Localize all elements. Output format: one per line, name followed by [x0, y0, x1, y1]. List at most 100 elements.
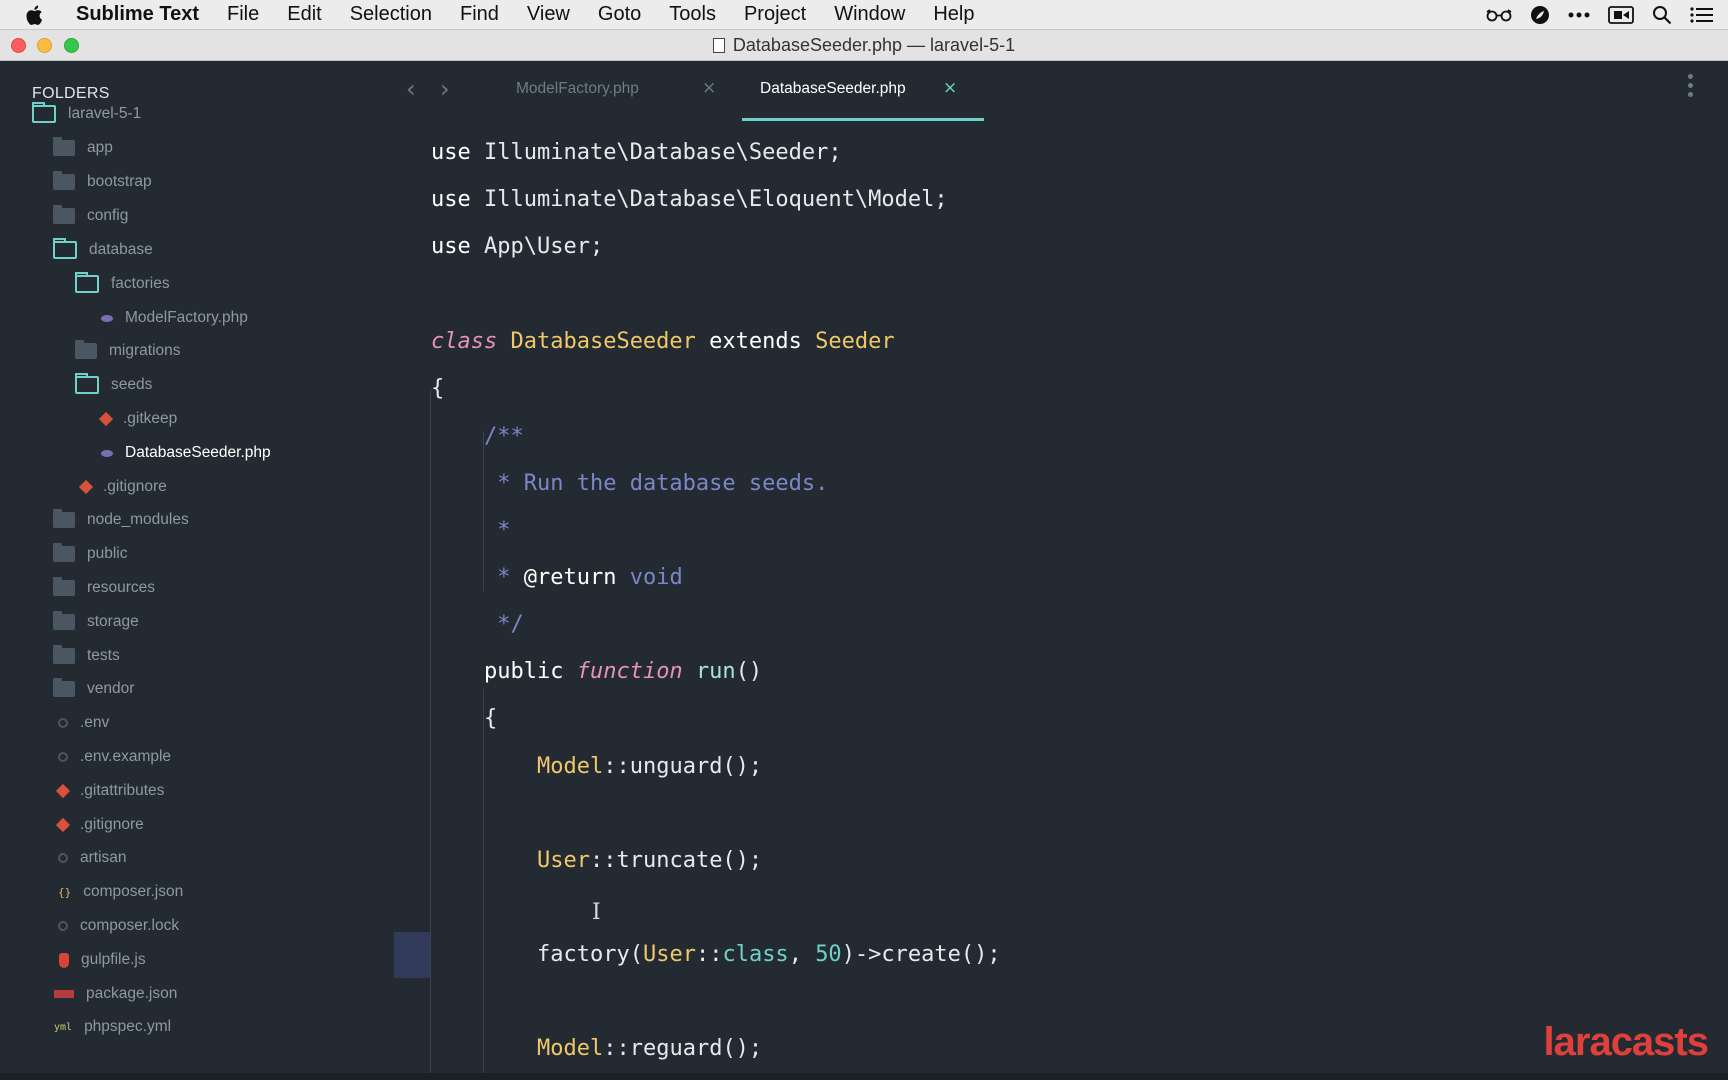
- menu-extras: [1486, 0, 1714, 30]
- folder-open-icon: [32, 102, 56, 123]
- glasses-icon[interactable]: [1486, 8, 1512, 22]
- menu-window[interactable]: Window: [834, 3, 905, 26]
- tree-item-modelfactory[interactable]: ModelFactory.php: [97, 308, 248, 328]
- code-line: * Run the database seeds.: [484, 471, 829, 496]
- status-bar: [0, 1073, 1728, 1080]
- tab-label: ModelFactory.php: [516, 80, 639, 97]
- folder-icon: [53, 645, 75, 664]
- document-icon: [712, 38, 725, 53]
- folder-icon: [75, 340, 97, 359]
- tree-item-resources[interactable]: resources: [53, 577, 155, 598]
- more-vertical-icon[interactable]: [1688, 74, 1694, 101]
- menu-find[interactable]: Find: [460, 3, 499, 26]
- folder-icon: [53, 171, 75, 190]
- menu-app-name[interactable]: Sublime Text: [76, 3, 199, 26]
- json-file-icon: {}: [58, 885, 72, 899]
- tree-item-app[interactable]: app: [53, 137, 113, 158]
- indent-guide: [430, 389, 431, 1073]
- close-tab-icon[interactable]: ×: [943, 78, 957, 98]
- tree-item-composer-lock[interactable]: composer.lock: [54, 916, 179, 936]
- code-line: * @return void: [484, 565, 683, 590]
- code-line: use Illuminate\Database\Eloquent\Model;: [431, 187, 948, 212]
- menu-view[interactable]: View: [527, 3, 570, 26]
- list-icon[interactable]: [1690, 6, 1714, 24]
- tree-item-gitignore[interactable]: .gitignore: [54, 815, 144, 835]
- tree-item-env[interactable]: .env: [54, 713, 109, 733]
- menu-edit[interactable]: Edit: [287, 3, 321, 26]
- tree-item-database-gitignore[interactable]: .gitignore: [77, 477, 167, 497]
- line-highlight: [394, 932, 430, 978]
- watermark-logo: laracasts: [1543, 1020, 1709, 1064]
- leaf-icon[interactable]: [1530, 5, 1550, 25]
- folder-icon: [53, 678, 75, 697]
- code-line: *: [484, 518, 511, 543]
- code-line: use Illuminate\Database\Seeder;: [431, 140, 842, 165]
- chevron-right-icon[interactable]: ›: [440, 75, 450, 103]
- menu-project[interactable]: Project: [744, 3, 806, 26]
- tree-item-seeds[interactable]: seeds: [75, 373, 152, 395]
- gear-file-icon: [58, 921, 68, 931]
- tree-item-database[interactable]: database: [53, 238, 153, 260]
- tree-item-databaseseeder[interactable]: DatabaseSeeder.php: [97, 443, 271, 463]
- screen-record-icon[interactable]: [1608, 6, 1634, 24]
- folder-icon: [53, 509, 75, 528]
- window-title: DatabaseSeeder.php — laravel-5-1: [0, 30, 1728, 61]
- code-line: Model::reguard();: [537, 1036, 763, 1061]
- folder-icon: [53, 137, 75, 156]
- tab-modelfactory[interactable]: ModelFactory.php ×: [460, 61, 716, 121]
- folder-icon: [53, 577, 75, 596]
- tree-item-config[interactable]: config: [53, 205, 128, 226]
- code-line: public function run(): [484, 659, 763, 684]
- chevron-left-icon[interactable]: ‹: [406, 75, 416, 103]
- tree-item-gitkeep[interactable]: .gitkeep: [97, 409, 177, 429]
- code-line: */: [484, 612, 524, 637]
- tree-item-laravel-5-1[interactable]: laravel-5-1: [32, 102, 141, 124]
- tree-item-factories[interactable]: factories: [75, 272, 170, 294]
- tree-item-env-example[interactable]: .env.example: [54, 747, 171, 767]
- apple-icon[interactable]: [24, 4, 54, 26]
- code-line: /**: [484, 424, 524, 449]
- code-line: {: [431, 376, 445, 401]
- folder-icon: [53, 543, 75, 562]
- menu-help[interactable]: Help: [933, 3, 974, 26]
- gear-file-icon: [58, 752, 68, 762]
- menu-selection[interactable]: Selection: [350, 3, 432, 26]
- menu-tools[interactable]: Tools: [669, 3, 716, 26]
- folders-heading: FOLDERS: [32, 85, 110, 102]
- indent-guide: [483, 689, 484, 1073]
- tab-bar: ‹ › ModelFactory.php × DatabaseSeeder.ph…: [394, 61, 1728, 121]
- tree-item-node-modules[interactable]: node_modules: [53, 509, 189, 530]
- tree-item-artisan[interactable]: artisan: [54, 848, 127, 868]
- folder-open-icon: [75, 373, 99, 394]
- tree-item-migrations[interactable]: migrations: [75, 340, 181, 361]
- menu-bar: Sublime Text File Edit Selection Find Vi…: [0, 0, 1728, 30]
- php-file-icon: [101, 449, 113, 457]
- window-title-bar: DatabaseSeeder.php — laravel-5-1: [0, 30, 1728, 61]
- php-file-icon: [101, 314, 113, 322]
- tree-item-gulpfile[interactable]: gulpfile.js: [54, 950, 146, 970]
- search-icon[interactable]: [1652, 5, 1672, 25]
- folder-icon: [53, 611, 75, 630]
- tree-item-public[interactable]: public: [53, 543, 128, 564]
- code-line: Model::unguard();: [537, 754, 763, 779]
- more-dots-icon[interactable]: [1568, 12, 1590, 18]
- tree-item-storage[interactable]: storage: [53, 611, 139, 632]
- folder-open-icon: [53, 238, 77, 259]
- menu-goto[interactable]: Goto: [598, 3, 641, 26]
- menu-file[interactable]: File: [227, 3, 259, 26]
- tree-item-bootstrap[interactable]: bootstrap: [53, 171, 152, 192]
- tab-databaseseeder[interactable]: DatabaseSeeder.php ×: [742, 61, 984, 121]
- tree-item-vendor[interactable]: vendor: [53, 678, 134, 699]
- git-file-icon: [78, 479, 94, 495]
- close-tab-icon[interactable]: ×: [702, 78, 716, 98]
- tree-item-phpspec[interactable]: yml phpspec.yml: [54, 1017, 171, 1037]
- tree-item-composer-json[interactable]: {} composer.json: [56, 882, 183, 902]
- tree-item-gitattributes[interactable]: .gitattributes: [54, 781, 164, 801]
- git-file-icon: [55, 783, 71, 799]
- tree-item-tests[interactable]: tests: [53, 645, 120, 666]
- tab-label: DatabaseSeeder.php: [760, 80, 906, 97]
- tree-item-package-json[interactable]: package.json: [54, 984, 177, 1004]
- gulp-file-icon: [59, 952, 69, 968]
- code-line: {: [484, 706, 498, 731]
- code-editor[interactable]: use Illuminate\Database\Seeder; use Illu…: [394, 121, 1728, 1073]
